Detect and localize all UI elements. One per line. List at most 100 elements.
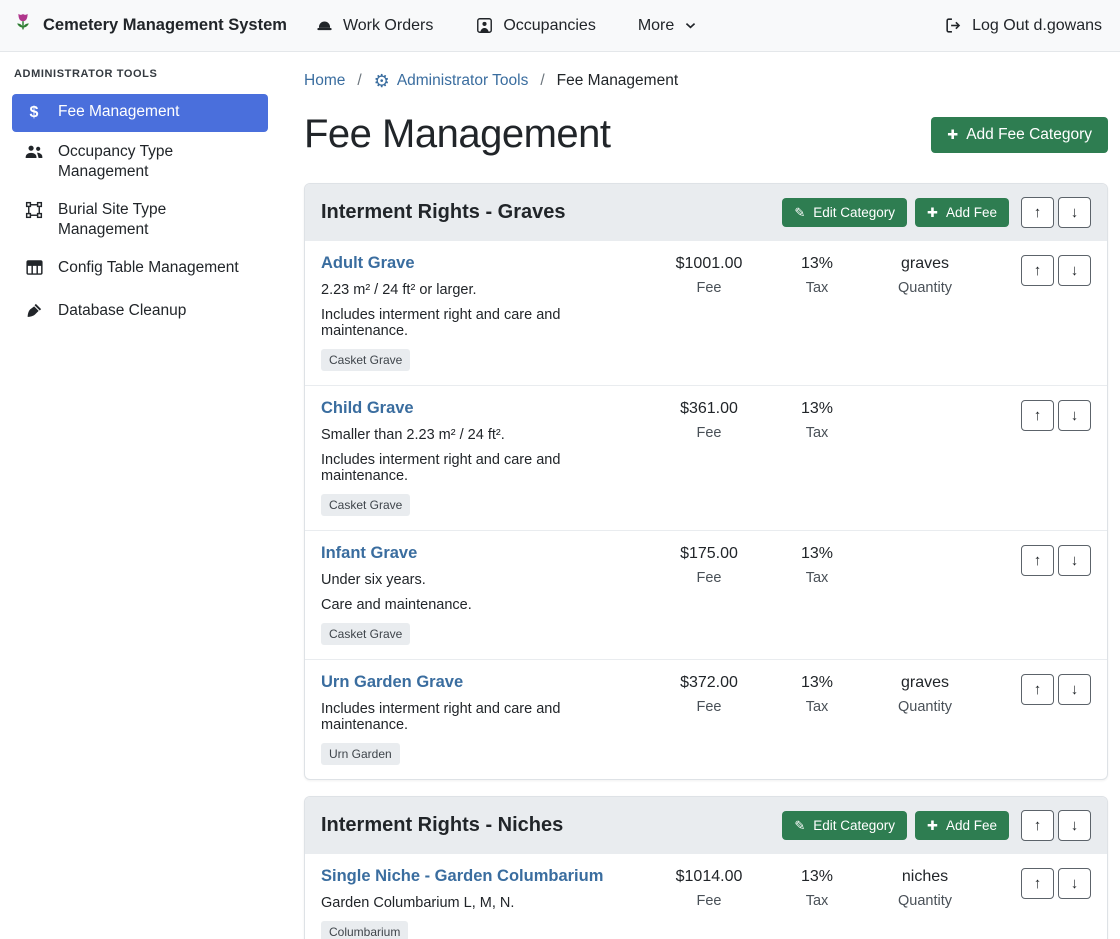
sidebar-item-fee-management[interactable]: $ Fee Management [12, 94, 268, 132]
fee-info: Child Grave Smaller than 2.23 m² / 24 ft… [321, 399, 655, 516]
add-fee-category-button[interactable]: ✚ Add Fee Category [931, 117, 1108, 153]
breadcrumb-home-link[interactable]: Home [304, 72, 345, 90]
arrow-down-icon: ↓ [1071, 681, 1079, 698]
sidebar-item-occupancy-type-management[interactable]: Occupancy Type Management [12, 134, 268, 190]
fee-category-card-graves: Interment Rights - Graves ✎ Edit Categor… [304, 183, 1108, 780]
fee-amount-col: $361.00 Fee [655, 399, 763, 441]
fee-type-badge: Casket Grave [321, 494, 410, 516]
arrow-down-icon: ↓ [1071, 817, 1079, 834]
breadcrumb-separator: / [540, 72, 544, 90]
move-fee-down-button[interactable]: ↓ [1058, 868, 1091, 899]
sidebar-heading: ADMINISTRATOR TOOLS [0, 68, 280, 92]
fee-info: Urn Garden Grave Includes interment righ… [321, 673, 655, 765]
breadcrumb-separator: / [357, 72, 361, 90]
app-title: Cemetery Management System [43, 16, 287, 35]
arrow-up-icon: ↑ [1034, 552, 1042, 569]
move-fee-up-button[interactable]: ↑ [1021, 255, 1054, 286]
fee-row: Adult Grave 2.23 m² / 24 ft² or larger. … [305, 241, 1107, 386]
dollar-icon: $ [24, 103, 44, 124]
move-category-up-button[interactable]: ↑ [1021, 197, 1054, 228]
fee-description: Garden Columbarium L, M, N. [321, 895, 645, 911]
fee-tax-col: 13% Tax [763, 254, 871, 296]
people-icon [24, 143, 44, 166]
table-icon [24, 259, 44, 282]
breadcrumb-admin-tools-link[interactable]: ⚙ Administrator Tools [374, 72, 529, 90]
fee-name-link[interactable]: Adult Grave [321, 254, 415, 272]
move-fee-down-button[interactable]: ↓ [1058, 545, 1091, 576]
arrow-up-icon: ↑ [1034, 875, 1042, 892]
plus-icon: ✚ [927, 206, 938, 219]
fee-quantity-col [871, 544, 979, 545]
fee-name-link[interactable]: Single Niche - Garden Columbarium [321, 867, 603, 885]
fee-row: Infant Grave Under six years. Care and m… [305, 531, 1107, 660]
fee-type-badge: Columbarium [321, 921, 408, 939]
sidebar: ADMINISTRATOR TOOLS $ Fee Management Occ… [0, 52, 280, 939]
fee-row: Urn Garden Grave Includes interment righ… [305, 660, 1107, 779]
plus-icon: ✚ [947, 128, 958, 141]
hard-hat-icon [315, 16, 334, 35]
fee-tax-col: 13% Tax [763, 673, 871, 715]
move-fee-up-button[interactable]: ↑ [1021, 868, 1054, 899]
fee-description: Includes interment right and care and ma… [321, 452, 645, 484]
move-fee-down-button[interactable]: ↓ [1058, 674, 1091, 705]
fee-quantity-col: graves Quantity [871, 254, 979, 296]
edit-category-button[interactable]: ✎ Edit Category [782, 811, 907, 840]
sidebar-item-database-cleanup[interactable]: Database Cleanup [12, 293, 268, 334]
arrow-down-icon: ↓ [1071, 204, 1079, 221]
logout-icon [944, 16, 963, 35]
fee-row: Single Niche - Garden Columbarium Garden… [305, 854, 1107, 939]
move-category-down-button[interactable]: ↓ [1058, 197, 1091, 228]
pencil-icon: ✎ [794, 819, 805, 832]
page-title: Fee Management [304, 112, 611, 157]
move-fee-up-button[interactable]: ↑ [1021, 674, 1054, 705]
fee-name-link[interactable]: Child Grave [321, 399, 414, 417]
top-navbar: Cemetery Management System Work Orders O… [0, 0, 1120, 52]
category-title: Interment Rights - Graves [321, 201, 774, 224]
fee-name-link[interactable]: Infant Grave [321, 544, 417, 562]
logout-link[interactable]: Log Out d.gowans [944, 16, 1102, 35]
fee-name-link[interactable]: Urn Garden Grave [321, 673, 463, 691]
nav-more[interactable]: More [638, 17, 698, 35]
main-content: Home / ⚙ Administrator Tools / Fee Manag… [280, 52, 1120, 939]
person-frame-icon [475, 16, 494, 35]
fee-info: Infant Grave Under six years. Care and m… [321, 544, 655, 645]
arrow-down-icon: ↓ [1071, 552, 1079, 569]
fee-type-badge: Urn Garden [321, 743, 400, 765]
sidebar-item-burial-site-type-management[interactable]: Burial Site Type Management [12, 192, 268, 248]
move-fee-up-button[interactable]: ↑ [1021, 545, 1054, 576]
gear-icon: ⚙ [374, 72, 390, 90]
fee-quantity-col: niches Quantity [871, 867, 979, 909]
main-nav: Work Orders Occupancies More [315, 16, 698, 35]
nav-occupancies[interactable]: Occupancies [475, 16, 596, 35]
fee-description: Care and maintenance. [321, 597, 645, 613]
fee-amount-col: $1001.00 Fee [655, 254, 763, 296]
fee-description: Under six years. [321, 572, 645, 588]
breadcrumb-current: Fee Management [557, 72, 679, 90]
add-fee-button[interactable]: ✚ Add Fee [915, 198, 1009, 227]
broom-icon [24, 302, 44, 326]
move-category-down-button[interactable]: ↓ [1058, 810, 1091, 841]
category-header: Interment Rights - Niches ✎ Edit Categor… [305, 797, 1107, 854]
move-fee-down-button[interactable]: ↓ [1058, 255, 1091, 286]
fee-type-badge: Casket Grave [321, 623, 410, 645]
category-title: Interment Rights - Niches [321, 814, 774, 837]
move-fee-down-button[interactable]: ↓ [1058, 400, 1091, 431]
move-category-up-button[interactable]: ↑ [1021, 810, 1054, 841]
fee-info: Single Niche - Garden Columbarium Garden… [321, 867, 655, 939]
vector-square-icon [24, 201, 44, 225]
fee-quantity-col [871, 399, 979, 400]
edit-category-button[interactable]: ✎ Edit Category [782, 198, 907, 227]
sidebar-item-config-table-management[interactable]: Config Table Management [12, 250, 268, 290]
nav-work-orders[interactable]: Work Orders [315, 16, 433, 35]
fee-tax-col: 13% Tax [763, 544, 871, 586]
arrow-up-icon: ↑ [1034, 204, 1042, 221]
fee-info: Adult Grave 2.23 m² / 24 ft² or larger. … [321, 254, 655, 371]
fee-description: Includes interment right and care and ma… [321, 701, 645, 733]
arrow-up-icon: ↑ [1034, 407, 1042, 424]
add-fee-button[interactable]: ✚ Add Fee [915, 811, 1009, 840]
fee-amount-col: $1014.00 Fee [655, 867, 763, 909]
fee-row: Child Grave Smaller than 2.23 m² / 24 ft… [305, 386, 1107, 531]
pencil-icon: ✎ [794, 206, 805, 219]
arrow-up-icon: ↑ [1034, 681, 1042, 698]
move-fee-up-button[interactable]: ↑ [1021, 400, 1054, 431]
